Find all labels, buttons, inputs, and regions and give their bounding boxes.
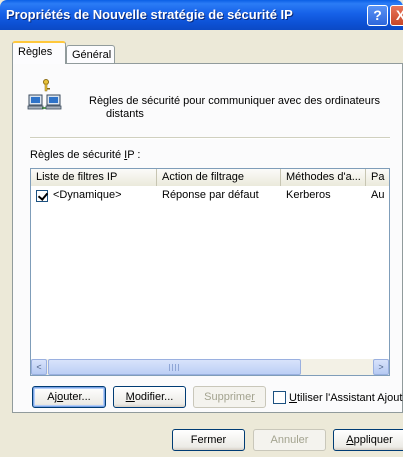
- modify-button-label: odifier...: [134, 391, 174, 403]
- rules-list-view[interactable]: Liste de filtres IP Action de filtrage M…: [30, 168, 390, 376]
- column-header-filter-list[interactable]: Liste de filtres IP: [31, 169, 157, 186]
- column-header-auth-methods[interactable]: Méthodes d'a...: [281, 169, 366, 186]
- scrollbar-grip-icon: [169, 364, 179, 371]
- scroll-right-icon[interactable]: >: [373, 359, 389, 375]
- delete-button[interactable]: Supprimer: [193, 386, 266, 408]
- rules-list-label: Règles de sécurité IP :: [30, 149, 141, 161]
- rules-description-line1: Règles de sécurité pour communiquer avec…: [89, 95, 381, 107]
- add-button-label: Aj: [47, 391, 58, 403]
- table-row[interactable]: <Dynamique> Réponse par défaut Kerberos …: [31, 187, 389, 204]
- window-title: Propriétés de Nouvelle stratégie de sécu…: [6, 7, 293, 22]
- use-wizard-accel: U: [289, 392, 297, 404]
- rules-list-label-rest: P :: [127, 149, 141, 161]
- rule-enabled-checkbox[interactable]: [36, 190, 48, 202]
- use-wizard-text: tiliser l'Assistant Ajout: [296, 392, 403, 404]
- scrollbar-thumb[interactable]: [48, 359, 301, 375]
- add-button[interactable]: Ajouter...: [32, 386, 106, 408]
- separator-line: [30, 137, 390, 139]
- delete-button-label: Supprime: [204, 391, 252, 403]
- modify-button[interactable]: Modifier...: [113, 386, 186, 408]
- apply-button[interactable]: Appliquer: [333, 429, 403, 451]
- horizontal-scrollbar[interactable]: < >: [31, 359, 389, 375]
- title-bar[interactable]: Propriétés de Nouvelle stratégie de sécu…: [0, 0, 403, 30]
- cell-filter-action: Réponse par défaut: [162, 189, 259, 201]
- use-wizard-label[interactable]: Utiliser l'Assistant Ajout: [289, 392, 402, 404]
- modify-button-accel: M: [125, 391, 135, 403]
- delete-button-accel: r: [251, 391, 255, 403]
- list-header: Liste de filtres IP Action de filtrage M…: [31, 169, 389, 186]
- help-button[interactable]: ?: [367, 5, 388, 26]
- cell-filter-list: <Dynamique>: [53, 189, 122, 201]
- rules-list-label-text: Règles de sécurité: [30, 149, 125, 161]
- column-header-filter-action[interactable]: Action de filtrage: [157, 169, 281, 186]
- rules-description-line2: distants: [106, 108, 144, 120]
- column-header-pa[interactable]: Pa: [366, 169, 389, 186]
- cell-auth-methods: Kerberos: [286, 189, 331, 201]
- cell-pa: Au: [371, 189, 385, 201]
- add-button-label-rest: uter...: [63, 391, 91, 403]
- rules-description: Règles de sécurité pour communiquer avec…: [89, 95, 389, 121]
- network-computers-key-icon: [27, 79, 62, 110]
- apply-button-accel: A: [346, 434, 354, 446]
- tab-regles[interactable]: Règles: [12, 41, 66, 64]
- tab-general[interactable]: Général: [66, 45, 115, 63]
- apply-button-label: ppliquer: [353, 434, 393, 446]
- use-wizard-checkbox[interactable]: [273, 391, 286, 404]
- dialog-window: Propriétés de Nouvelle stratégie de sécu…: [0, 0, 403, 457]
- scroll-left-icon[interactable]: <: [31, 359, 47, 375]
- cancel-button[interactable]: Annuler: [253, 429, 326, 451]
- close-button[interactable]: Fermer: [172, 429, 245, 451]
- close-window-button[interactable]: X: [390, 5, 403, 26]
